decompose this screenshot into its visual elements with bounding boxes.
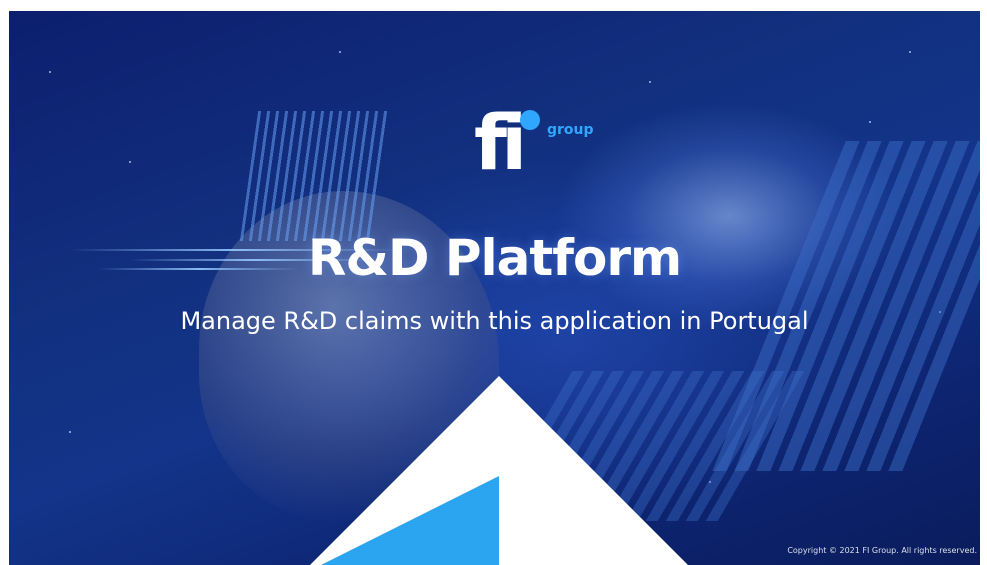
hero-banner: fi group R&D Platform Manage R&D claims …: [9, 11, 980, 565]
logo-group-label: group: [547, 122, 594, 138]
logo-dot-icon: [520, 110, 540, 130]
fi-group-logo: fi group: [474, 98, 604, 194]
copyright-notice: Copyright © 2021 FI Group. All rights re…: [787, 546, 977, 555]
page-frame: fi group R&D Platform Manage R&D claims …: [0, 0, 987, 565]
logo-letters: fi: [474, 98, 527, 187]
page-subtitle: Manage R&D claims with this application …: [180, 307, 809, 335]
light-stripes-decoration: [239, 111, 389, 241]
page-title: R&D Platform: [307, 229, 682, 287]
